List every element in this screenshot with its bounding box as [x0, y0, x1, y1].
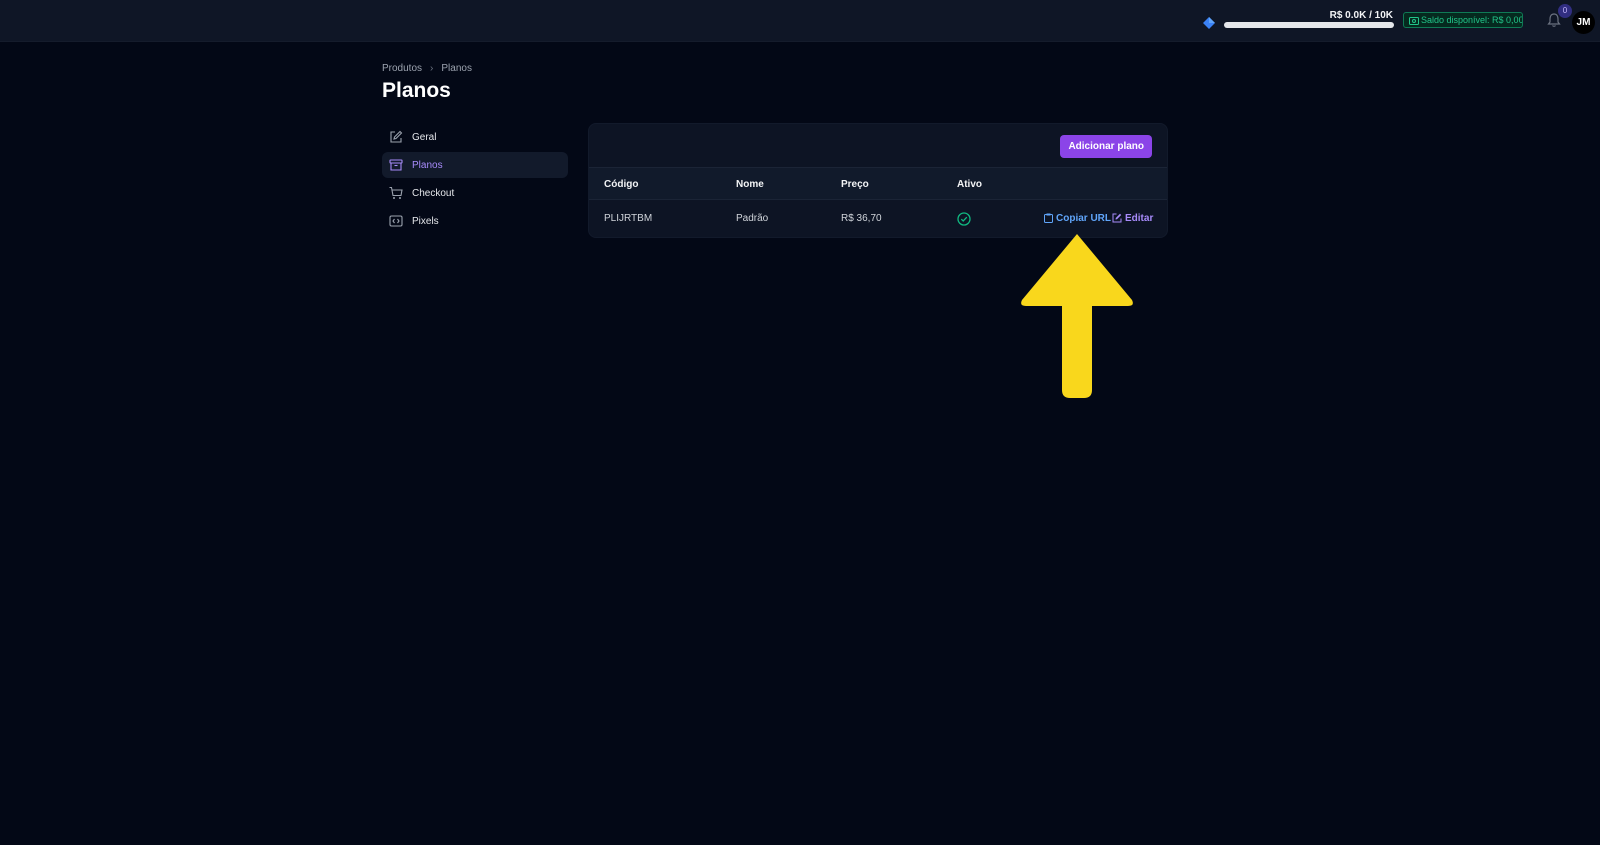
plan-name: Padrão — [736, 213, 769, 224]
sidebar-item-label: Checkout — [412, 187, 455, 199]
code-icon — [389, 215, 403, 227]
edit-icon — [1112, 213, 1122, 223]
goal-text: R$ 0.0K / 10K — [1329, 10, 1393, 21]
pencil-square-icon — [390, 130, 403, 143]
archive-box-icon — [389, 159, 403, 171]
sidebar-item-pixels[interactable]: Pixels — [382, 208, 568, 234]
check-circle-icon — [957, 212, 971, 226]
breadcrumb-planos[interactable]: Planos — [441, 63, 472, 74]
chevron-right-icon: › — [430, 63, 434, 74]
column-header-preco: Preço — [841, 179, 869, 190]
plan-price: R$ 36,70 — [841, 213, 882, 224]
sidebar-item-label: Pixels — [412, 215, 439, 227]
column-header-ativo: Ativo — [957, 179, 982, 190]
table-header: Código Nome Preço Ativo — [589, 167, 1167, 200]
money-icon — [1409, 17, 1419, 25]
clipboard-icon — [1044, 213, 1053, 223]
sidebar-item-label: Geral — [412, 131, 437, 143]
goal-progress-bar — [1224, 22, 1394, 28]
avatar[interactable]: JM — [1572, 11, 1595, 34]
edit-label: Editar — [1125, 213, 1154, 224]
sidebar-item-checkout[interactable]: Checkout — [382, 180, 568, 206]
notification-count-badge: 0 — [1558, 4, 1572, 18]
product-sidebar: Geral Planos Checkout Pixels — [382, 124, 568, 236]
breadcrumb: Produtos › Planos — [382, 63, 472, 74]
top-bar: R$ 0.0K / 10K Saldo disponível: R$ 0,00 … — [0, 0, 1600, 42]
breadcrumb-produtos[interactable]: Produtos — [382, 63, 422, 74]
column-header-codigo: Código — [604, 179, 639, 190]
copy-url-label: Copiar URL — [1056, 213, 1111, 224]
balance-text: Saldo disponível: R$ 0,00 — [1421, 15, 1523, 25]
plans-card: Adicionar plano Código Nome Preço Ativo … — [588, 123, 1168, 238]
sidebar-item-geral[interactable]: Geral — [382, 124, 568, 150]
balance-badge[interactable]: Saldo disponível: R$ 0,00 — [1403, 12, 1523, 28]
sidebar-item-planos[interactable]: Planos — [382, 152, 568, 178]
add-plan-button[interactable]: Adicionar plano — [1060, 135, 1152, 158]
arrow-up-icon — [1021, 234, 1133, 398]
plan-code: PLIJRTBM — [604, 213, 653, 224]
sidebar-item-label: Planos — [412, 159, 443, 171]
cart-icon — [389, 186, 403, 199]
column-header-nome: Nome — [736, 179, 764, 190]
page-title: Planos — [382, 79, 451, 102]
diamond-icon — [1203, 17, 1215, 29]
revenue-goal: R$ 0.0K / 10K — [1203, 10, 1395, 32]
